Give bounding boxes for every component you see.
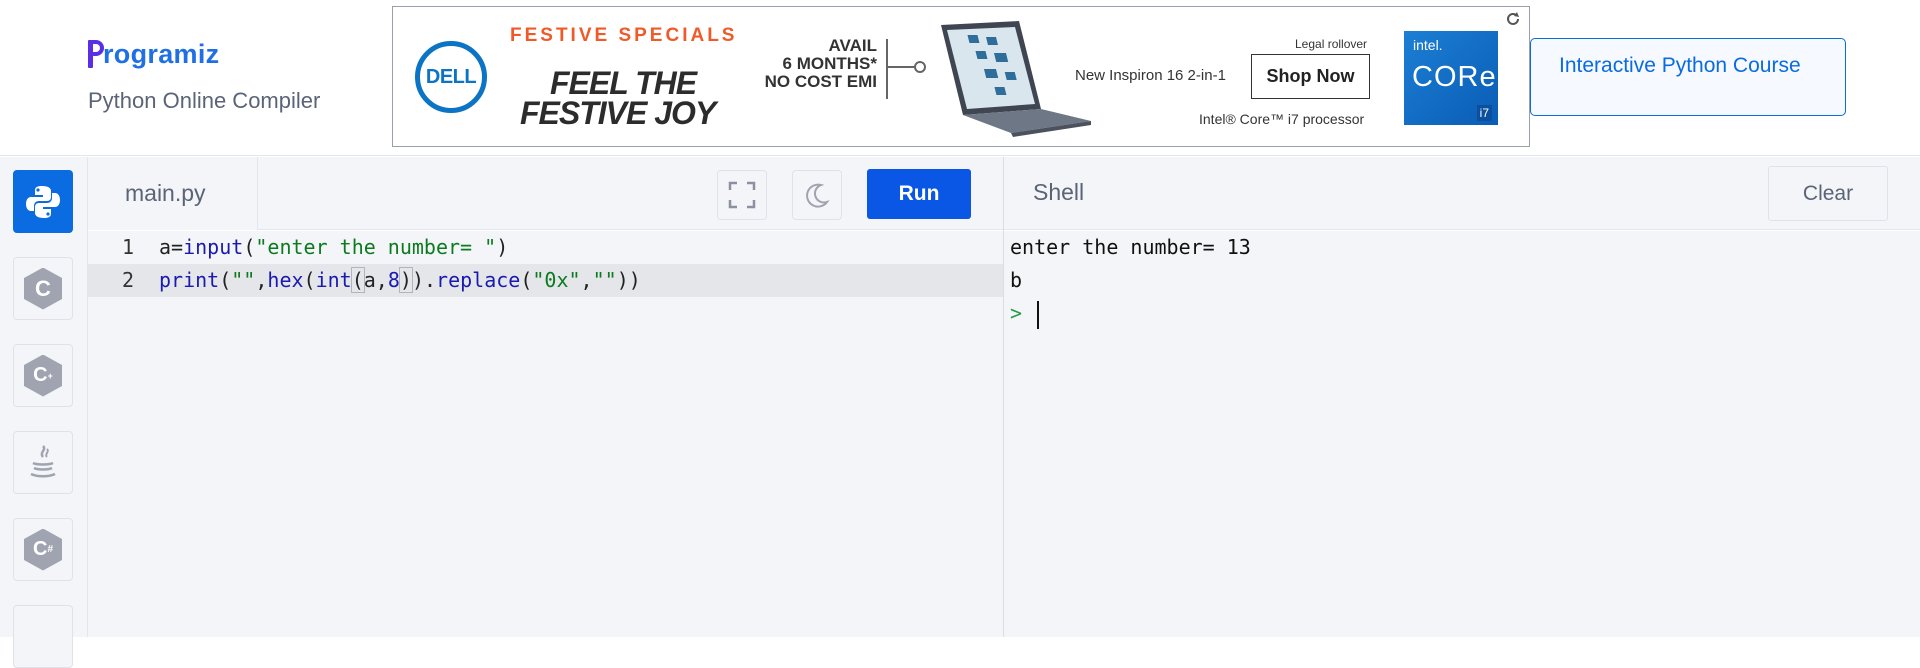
editor-toolbar: main.py Run — [88, 157, 1003, 230]
programiz-logo[interactable]: rogramiz — [88, 36, 219, 68]
ad-emi-line-2: 6 MONTHS* — [782, 54, 877, 73]
sidebar-item-python[interactable] — [13, 170, 73, 233]
emi-connector-tick — [888, 66, 916, 68]
java-icon — [30, 444, 56, 477]
line-number: 2 — [121, 268, 134, 292]
ad-legal-text: Legal rollover — [1295, 37, 1368, 51]
ad-emi-line-1: AVAIL — [828, 36, 877, 55]
text-cursor — [1037, 301, 1039, 329]
csharp-icon: C # — [24, 528, 62, 571]
dark-mode-button[interactable] — [792, 170, 842, 220]
sidebar-item-csharp[interactable]: C # — [13, 518, 73, 581]
code-line-2-text: print("",hex(int(a,8)).replace("0x","")) — [159, 267, 641, 293]
ad-tagline-2: FESTIVE JOY — [520, 95, 716, 131]
shell-title: Shell — [1033, 179, 1085, 205]
laptop-image — [941, 21, 1091, 137]
shell-output-line: b — [1010, 268, 1023, 292]
code-line-active: 2 print("",hex(int(a,8)).replace("0x",""… — [88, 264, 1003, 297]
header: rogramiz Python Online Compiler DELL FES… — [0, 0, 1920, 156]
ad-emi-line-3: NO COST EMI — [764, 72, 877, 91]
sidebar-item-java[interactable] — [13, 431, 73, 494]
sidebar-item-cpp[interactable]: C + — [13, 344, 73, 407]
cpp-icon: C + — [24, 354, 62, 397]
intel-logo-text: intel. — [1413, 37, 1443, 53]
programiz-logo-icon — [88, 36, 104, 68]
moon-icon — [806, 183, 830, 208]
interactive-python-course-button[interactable]: Interactive Python Course — [1530, 38, 1846, 116]
fullscreen-icon — [728, 181, 756, 209]
python-icon — [26, 185, 60, 218]
emi-connector-line — [886, 39, 888, 99]
logo-text: rogramiz — [103, 39, 220, 69]
page-subtitle: Python Online Compiler — [88, 88, 321, 113]
code-line-1-text: a=input("enter the number= ") — [159, 235, 509, 259]
ad-processor-text: Intel® Core™ i7 processor — [1199, 111, 1365, 127]
fullscreen-button[interactable] — [717, 170, 767, 220]
ad-headline: FESTIVE SPECIALS — [510, 25, 738, 46]
shell-output-line: enter the number= 13 — [1010, 235, 1251, 259]
clear-button[interactable]: Clear — [1768, 166, 1888, 221]
ad-refresh-icon[interactable] — [1505, 11, 1521, 27]
sidebar-item-c[interactable]: C — [13, 257, 73, 320]
shell-header: Shell Clear — [1004, 157, 1920, 230]
ad-emi-text: AVAIL 6 MONTHS* NO COST EMI — [763, 37, 877, 91]
ad-product-name: New Inspiron 16 2-in-1 — [1075, 67, 1226, 84]
run-button[interactable]: Run — [867, 169, 971, 219]
code-editor[interactable]: 1 a=input("enter the number= ") 2 print(… — [88, 231, 1003, 637]
shop-now-button[interactable]: Shop Now — [1251, 54, 1370, 99]
intel-gen-text: i7 — [1476, 105, 1492, 121]
c-icon: C — [24, 267, 62, 310]
code-line: 1 a=input("enter the number= ") — [88, 231, 1003, 264]
intel-core-text: CORe — [1412, 61, 1497, 93]
language-sidebar: C C + C # — [0, 157, 88, 668]
tab-main-py[interactable]: main.py — [88, 157, 258, 230]
line-number: 1 — [121, 235, 134, 259]
dell-logo: DELL — [415, 41, 487, 113]
intel-core-badge: intel. CORe i7 — [1404, 31, 1498, 125]
shell-console[interactable]: enter the number= 13 b > — [1004, 231, 1920, 637]
shell-prompt: > — [1010, 301, 1023, 325]
advertisement-banner[interactable]: DELL FESTIVE SPECIALS FEEL THE FESTIVE J… — [392, 6, 1530, 147]
